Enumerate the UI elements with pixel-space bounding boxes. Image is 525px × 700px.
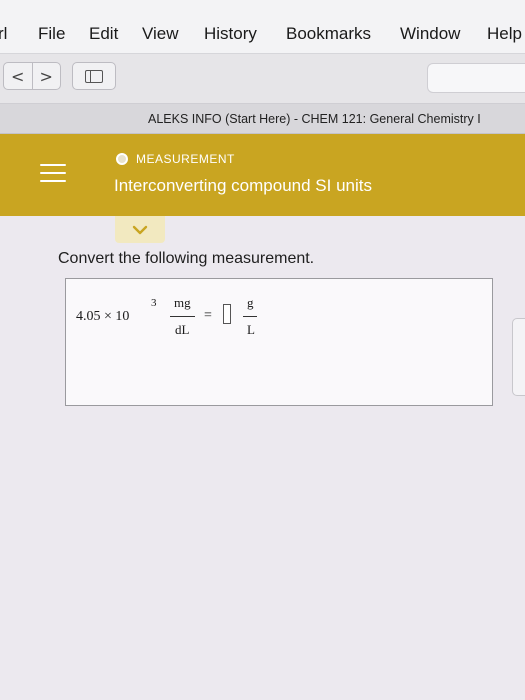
from-unit-denominator: dL (175, 322, 190, 337)
chevron-down-icon (132, 225, 148, 234)
side-panel-tab[interactable] (512, 318, 525, 396)
menu-item-window[interactable]: Window (400, 24, 460, 44)
menu-item-help[interactable]: Help (487, 24, 522, 44)
from-unit-numerator: mg (174, 295, 191, 310)
browser-toolbar: < > (0, 54, 525, 104)
menu-item-file[interactable]: File (38, 24, 65, 44)
measurement-coefficient: 4.05 × 10 (76, 309, 130, 324)
menu-bar: rl File Edit View History Bookmarks Wind… (0, 0, 525, 54)
to-unit-numerator: g (247, 295, 254, 310)
menu-item-edit[interactable]: Edit (89, 24, 118, 44)
answer-input[interactable] (223, 304, 231, 324)
menu-item-bookmarks[interactable]: Bookmarks (286, 24, 371, 44)
menu-item-view[interactable]: View (142, 24, 179, 44)
topic-status-icon (116, 153, 128, 165)
sidebar-icon (85, 69, 103, 83)
address-bar[interactable] (427, 63, 525, 93)
expand-button[interactable] (115, 216, 165, 243)
topic-title: Interconverting compound SI units (114, 176, 372, 195)
measurement-exponent: 3 (151, 297, 157, 309)
equals-sign: = (204, 308, 212, 323)
problem-instructions: Convert the following measurement. (58, 250, 315, 267)
answer-box: 4.05 × 10 3 mg dL = g L (65, 278, 493, 406)
menu-item-history[interactable]: History (204, 24, 257, 44)
chevron-right-icon: > (39, 66, 53, 86)
topic-category: MEASUREMENT (136, 152, 235, 166)
forward-button[interactable]: > (31, 63, 61, 89)
menu-item-app[interactable]: rl (0, 24, 7, 44)
fraction-bar (170, 316, 195, 317)
tab-bar: ALEKS INFO (Start Here) - CHEM 121: Gene… (0, 104, 525, 134)
tab-aleks[interactable]: ALEKS INFO (Start Here) - CHEM 121: Gene… (148, 112, 481, 126)
fraction-bar (243, 316, 257, 317)
aleks-header: MEASUREMENT Interconverting compound SI … (0, 134, 525, 216)
nav-buttons: < > (3, 62, 61, 90)
hamburger-menu-icon[interactable] (40, 164, 66, 182)
sidebar-toggle-button[interactable] (72, 62, 116, 90)
back-button[interactable]: < (4, 63, 32, 89)
chevron-left-icon: < (11, 66, 25, 86)
to-unit-denominator: L (247, 322, 255, 337)
